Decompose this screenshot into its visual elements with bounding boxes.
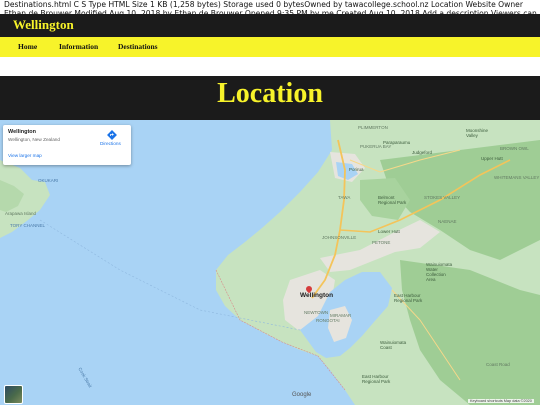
- info-card-title: Wellington: [8, 129, 37, 135]
- nav-information-link[interactable]: Information: [59, 42, 98, 51]
- map-label-tawa: TAWA: [338, 195, 351, 200]
- location-banner: Location: [0, 76, 540, 120]
- map-label-brown-owl: BROWN OWL: [500, 146, 529, 151]
- map-label-petone: PETONE: [372, 240, 391, 245]
- satellite-layer-toggle[interactable]: [4, 385, 23, 404]
- map-label-johnsonville: JOHNSONVILLE: [322, 235, 357, 240]
- map-label-wellington: Wellington: [300, 292, 334, 299]
- site-title: Wellington: [13, 17, 74, 32]
- map-label-whiteman: WHITEMANS VALLEY: [494, 175, 540, 180]
- map-label-tory-channel: TORY CHANNEL: [10, 223, 46, 228]
- map-label-porirua: Porirua: [349, 167, 364, 172]
- map-attribution[interactable]: Keyboard shortcuts Map data ©2020: [468, 399, 534, 403]
- map-label-newtown: NEWTOWN: [304, 310, 329, 315]
- info-card-address: Wellington, New Zealand: [8, 137, 61, 142]
- map-label-plimmerton: PLIMMERTON: [358, 125, 388, 130]
- map-label-judgeford: Judgeford: [412, 150, 433, 155]
- map-label-arapawa: Arapawa Island: [5, 211, 37, 216]
- directions-icon[interactable]: [107, 130, 117, 140]
- map-label-upper-hutt: Upper Hutt: [481, 156, 503, 161]
- nav-destinations-link[interactable]: Destinations: [118, 42, 158, 51]
- map-label-wainuiomata-coast: Wainuiomata Coast: [380, 340, 407, 350]
- map-label-naenae: NAENAE: [438, 219, 457, 224]
- directions-link[interactable]: Directions: [100, 141, 121, 146]
- map-label-east-harbour: East Harbour Regional Park: [394, 293, 423, 303]
- drive-file-details: Destinations.html C S Type HTML Size 1 K…: [4, 0, 537, 14]
- map-info-card: Wellington Wellington, New Zealand View …: [3, 125, 131, 165]
- nav-home-link[interactable]: Home: [18, 42, 37, 51]
- view-larger-map-link[interactable]: View larger map: [8, 153, 42, 158]
- map-label-coast-road: Coast Road: [486, 362, 510, 367]
- page-heading: Location: [217, 78, 323, 109]
- map-label-moonshine: Moonshine Valley: [466, 128, 489, 138]
- nav-bar: Home Information Destinations: [0, 37, 540, 57]
- site-header: [0, 14, 540, 37]
- map-label-paraparaumu: Paraparaumu: [383, 140, 411, 145]
- map-label-belmont: Belmont Regional Park: [378, 195, 407, 205]
- map-label-wainuiomata-forest: Wainuiomata Water Collection Area: [426, 262, 453, 282]
- map-label-lower-hutt: Lower Hutt: [378, 229, 400, 234]
- map-label-east-harbour-2: East Harbour Regional Park: [362, 374, 391, 384]
- google-logo: Google: [292, 392, 312, 398]
- map-label-okukari: OKUKARI: [38, 178, 59, 183]
- map-label-rongotai: RONGOTAI: [316, 318, 340, 323]
- map-label-stokes-valley: STOKES VALLEY: [424, 195, 461, 200]
